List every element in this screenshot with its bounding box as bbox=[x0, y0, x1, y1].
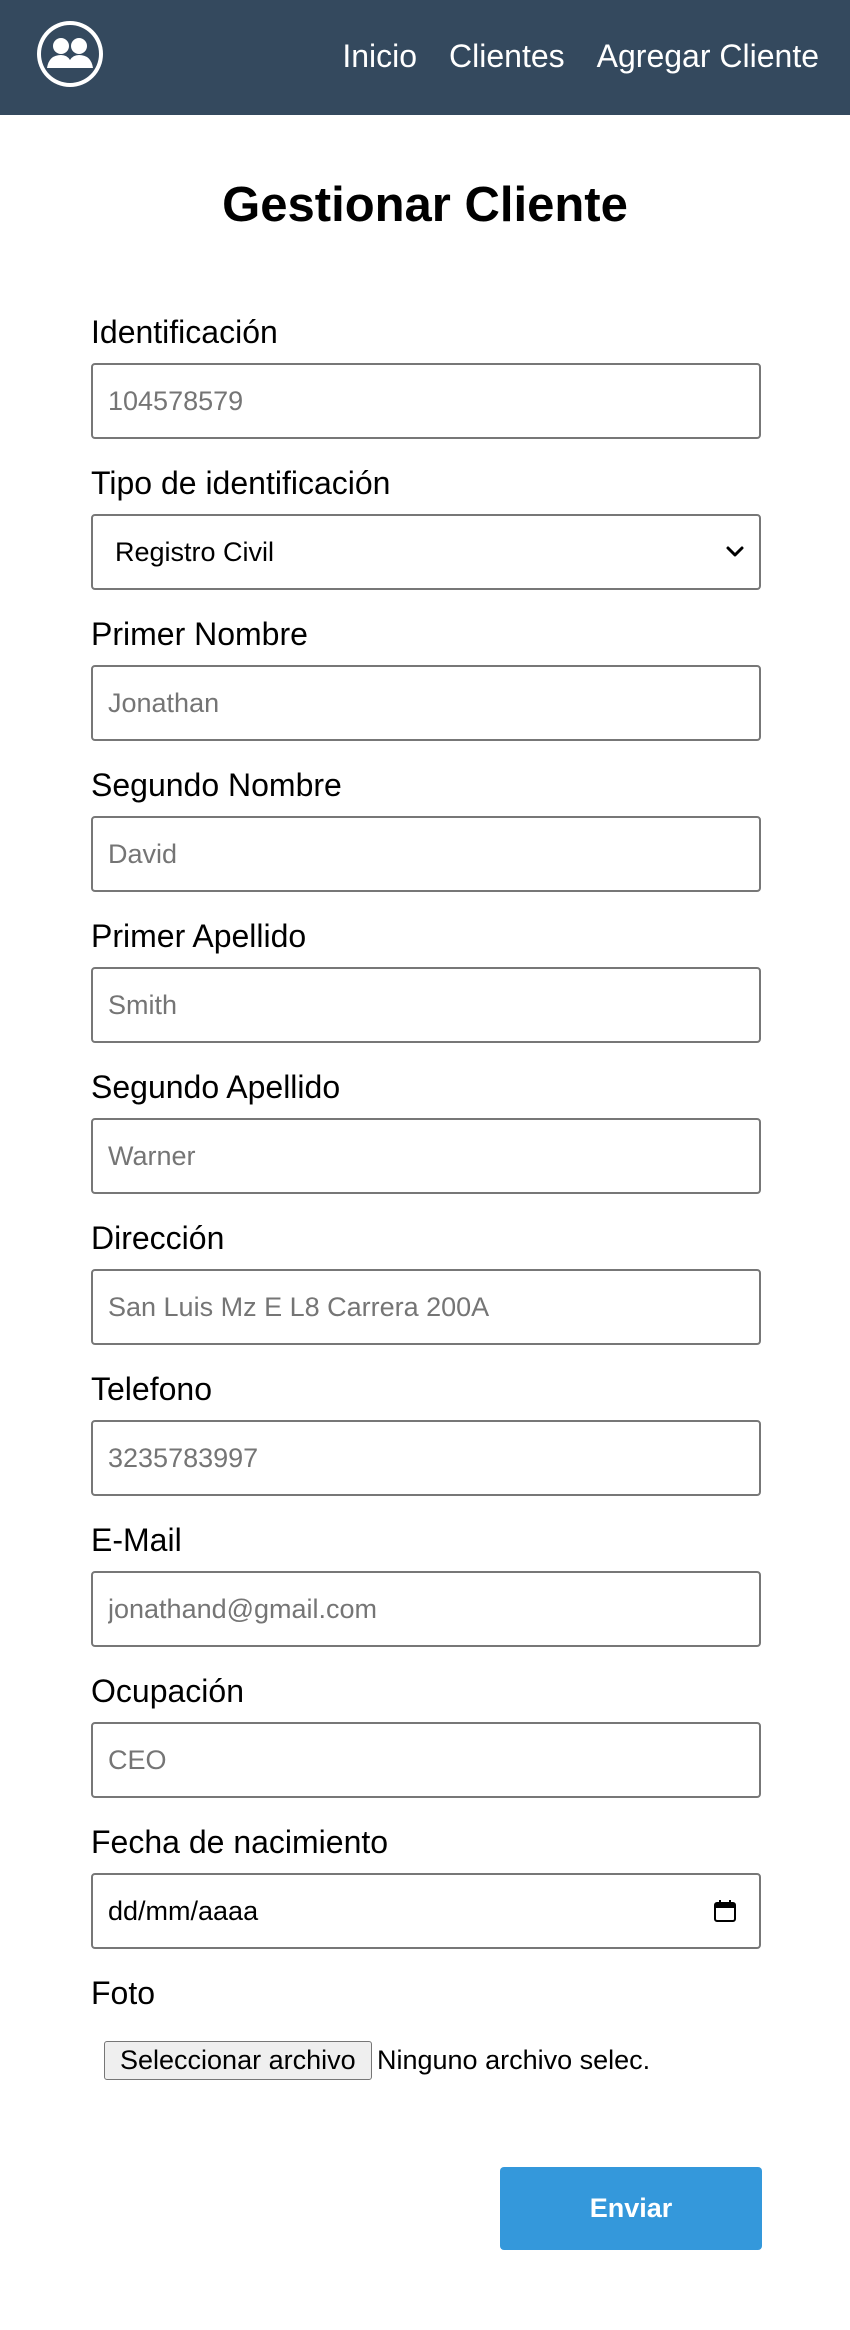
nav-links: Inicio Clientes Agregar Cliente bbox=[342, 36, 819, 76]
fecha-nacimiento-input[interactable]: dd/mm/aaaa bbox=[91, 1873, 761, 1949]
calendar-icon[interactable] bbox=[713, 1899, 737, 1923]
segundo-apellido-label: Segundo Apellido bbox=[91, 1069, 341, 1105]
field-direccion: Dirección bbox=[91, 1218, 761, 1369]
field-primer-apellido: Primer Apellido bbox=[91, 916, 761, 1067]
primer-nombre-label: Primer Nombre bbox=[91, 616, 308, 652]
field-segundo-apellido: Segundo Apellido bbox=[91, 1067, 761, 1218]
submit-button[interactable]: Enviar bbox=[500, 2167, 762, 2250]
identificacion-input[interactable] bbox=[91, 363, 761, 439]
primer-apellido-input[interactable] bbox=[91, 967, 761, 1043]
ocupacion-label: Ocupación bbox=[91, 1673, 244, 1709]
page-title: Gestionar Cliente bbox=[222, 178, 628, 232]
email-input[interactable] bbox=[91, 1571, 761, 1647]
field-segundo-nombre: Segundo Nombre bbox=[91, 765, 761, 916]
segundo-apellido-input[interactable] bbox=[91, 1118, 761, 1194]
nav-link-agregar-cliente[interactable]: Agregar Cliente bbox=[597, 36, 819, 76]
segundo-nombre-label: Segundo Nombre bbox=[91, 767, 342, 803]
field-fecha-nacimiento: Fecha de nacimiento dd/mm/aaaa bbox=[91, 1822, 761, 1973]
nav-link-clientes[interactable]: Clientes bbox=[449, 36, 565, 76]
tipo-identificacion-select[interactable]: Registro Civil bbox=[91, 514, 761, 590]
identificacion-label: Identificación bbox=[91, 314, 278, 350]
fecha-nacimiento-label: Fecha de nacimiento bbox=[91, 1824, 389, 1860]
field-email: E-Mail bbox=[91, 1520, 761, 1671]
telefono-input[interactable] bbox=[91, 1420, 761, 1496]
field-telefono: Telefono bbox=[91, 1369, 761, 1520]
segundo-nombre-input[interactable] bbox=[91, 816, 761, 892]
telefono-label: Telefono bbox=[91, 1371, 212, 1407]
client-form: Identificación Tipo de identificación Re… bbox=[91, 312, 761, 2133]
nav-link-inicio[interactable]: Inicio bbox=[342, 36, 417, 76]
field-primer-nombre: Primer Nombre bbox=[91, 614, 761, 765]
file-status: Ninguno archivo selec. bbox=[377, 2045, 651, 2075]
primer-nombre-input[interactable] bbox=[91, 665, 761, 741]
navbar: Inicio Clientes Agregar Cliente bbox=[0, 0, 850, 115]
direccion-label: Dirección bbox=[91, 1220, 225, 1256]
ocupacion-input[interactable] bbox=[91, 1722, 761, 1798]
primer-apellido-label: Primer Apellido bbox=[91, 918, 307, 954]
direccion-input[interactable] bbox=[91, 1269, 761, 1345]
field-ocupacion: Ocupación bbox=[91, 1671, 761, 1822]
select-file-button[interactable]: Seleccionar archivo bbox=[104, 2041, 372, 2080]
chevron-down-icon bbox=[726, 546, 744, 557]
fecha-nacimiento-value: dd/mm/aaaa bbox=[108, 1896, 259, 1926]
tipo-identificacion-label: Tipo de identificación bbox=[91, 465, 391, 501]
field-identificacion: Identificación bbox=[91, 312, 761, 463]
foto-label: Foto bbox=[91, 1975, 156, 2011]
email-label: E-Mail bbox=[91, 1522, 182, 1558]
field-tipo-identificacion: Tipo de identificación Registro Civil bbox=[91, 463, 761, 614]
tipo-identificacion-value: Registro Civil bbox=[115, 537, 275, 567]
field-foto: Foto Seleccionar archivo Ninguno archivo… bbox=[91, 1973, 761, 2133]
users-group-icon[interactable] bbox=[37, 21, 103, 87]
